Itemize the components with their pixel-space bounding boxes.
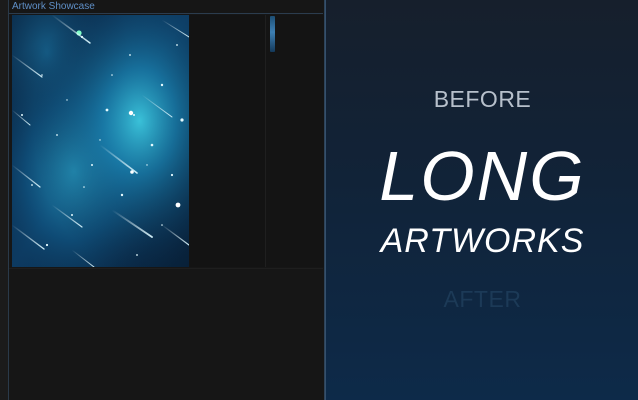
showcase-title: Artwork Showcase <box>12 1 95 12</box>
after-label: AFTER <box>443 286 522 312</box>
galaxy-artwork-icon <box>12 15 189 267</box>
headline-artworks: ARTWORKS <box>380 222 585 260</box>
artwork-thumbnail-icon[interactable] <box>270 16 275 52</box>
column-divider <box>265 15 266 267</box>
promo-panel: BEFORE LONG ARTWORKS AFTER <box>325 0 638 400</box>
strip-bottom-rule <box>9 268 323 269</box>
before-label: BEFORE <box>433 86 532 112</box>
showcase-side-column <box>190 15 265 267</box>
headline-long: LONG <box>379 137 586 215</box>
title-divider <box>9 13 323 14</box>
main-artwork-image[interactable] <box>12 15 189 267</box>
showcase-panel: Artwork Showcase <box>0 0 325 400</box>
